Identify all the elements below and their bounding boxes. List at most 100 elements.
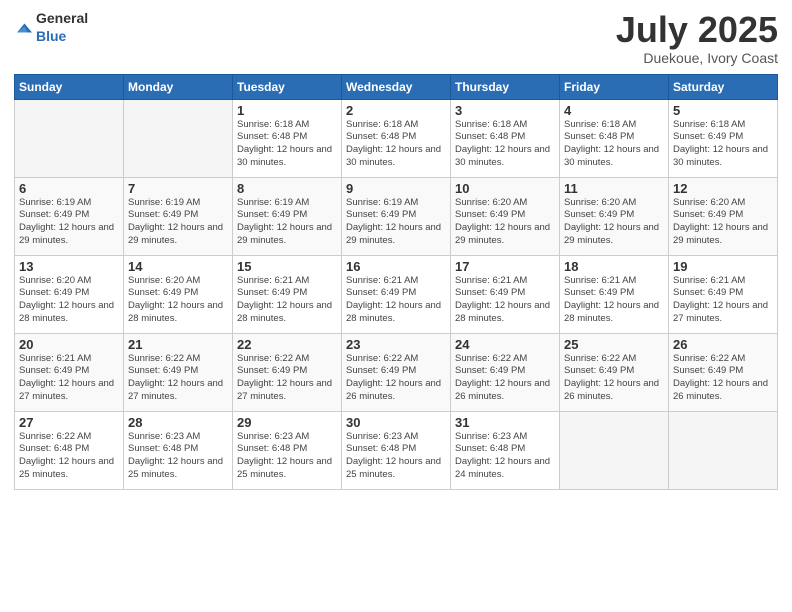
calendar-cell: 10Sunrise: 6:20 AM Sunset: 6:49 PM Dayli… — [451, 177, 560, 255]
logo: General Blue — [14, 10, 88, 46]
calendar-cell: 11Sunrise: 6:20 AM Sunset: 6:49 PM Dayli… — [560, 177, 669, 255]
day-number: 21 — [128, 337, 228, 352]
day-number: 23 — [346, 337, 446, 352]
day-number: 10 — [455, 181, 555, 196]
calendar-cell: 6Sunrise: 6:19 AM Sunset: 6:49 PM Daylig… — [15, 177, 124, 255]
day-info: Sunrise: 6:20 AM Sunset: 6:49 PM Dayligh… — [564, 197, 664, 248]
weekday-header-cell: Wednesday — [342, 74, 451, 99]
day-number: 3 — [455, 103, 555, 118]
calendar-week-row: 20Sunrise: 6:21 AM Sunset: 6:49 PM Dayli… — [15, 333, 778, 411]
day-number: 4 — [564, 103, 664, 118]
calendar-cell: 13Sunrise: 6:20 AM Sunset: 6:49 PM Dayli… — [15, 255, 124, 333]
day-info: Sunrise: 6:23 AM Sunset: 6:48 PM Dayligh… — [346, 431, 446, 482]
calendar-week-row: 13Sunrise: 6:20 AM Sunset: 6:49 PM Dayli… — [15, 255, 778, 333]
day-info: Sunrise: 6:19 AM Sunset: 6:49 PM Dayligh… — [237, 197, 337, 248]
calendar-cell: 25Sunrise: 6:22 AM Sunset: 6:49 PM Dayli… — [560, 333, 669, 411]
weekday-header-cell: Saturday — [669, 74, 778, 99]
logo-blue: Blue — [36, 28, 66, 44]
calendar-cell: 19Sunrise: 6:21 AM Sunset: 6:49 PM Dayli… — [669, 255, 778, 333]
calendar-cell: 2Sunrise: 6:18 AM Sunset: 6:48 PM Daylig… — [342, 99, 451, 177]
day-info: Sunrise: 6:22 AM Sunset: 6:49 PM Dayligh… — [455, 353, 555, 404]
day-info: Sunrise: 6:21 AM Sunset: 6:49 PM Dayligh… — [673, 275, 773, 326]
day-number: 17 — [455, 259, 555, 274]
day-info: Sunrise: 6:20 AM Sunset: 6:49 PM Dayligh… — [128, 275, 228, 326]
day-number: 9 — [346, 181, 446, 196]
calendar-week-row: 27Sunrise: 6:22 AM Sunset: 6:48 PM Dayli… — [15, 411, 778, 489]
calendar-cell: 22Sunrise: 6:22 AM Sunset: 6:49 PM Dayli… — [233, 333, 342, 411]
calendar-cell: 9Sunrise: 6:19 AM Sunset: 6:49 PM Daylig… — [342, 177, 451, 255]
calendar-cell: 1Sunrise: 6:18 AM Sunset: 6:48 PM Daylig… — [233, 99, 342, 177]
weekday-header-cell: Monday — [124, 74, 233, 99]
day-info: Sunrise: 6:18 AM Sunset: 6:48 PM Dayligh… — [564, 119, 664, 170]
day-number: 6 — [19, 181, 119, 196]
day-number: 31 — [455, 415, 555, 430]
calendar-table: SundayMondayTuesdayWednesdayThursdayFrid… — [14, 74, 778, 490]
day-number: 1 — [237, 103, 337, 118]
day-number: 18 — [564, 259, 664, 274]
day-info: Sunrise: 6:19 AM Sunset: 6:49 PM Dayligh… — [19, 197, 119, 248]
day-info: Sunrise: 6:22 AM Sunset: 6:49 PM Dayligh… — [564, 353, 664, 404]
calendar-cell: 7Sunrise: 6:19 AM Sunset: 6:49 PM Daylig… — [124, 177, 233, 255]
day-number: 22 — [237, 337, 337, 352]
day-info: Sunrise: 6:20 AM Sunset: 6:49 PM Dayligh… — [19, 275, 119, 326]
day-number: 20 — [19, 337, 119, 352]
calendar-week-row: 6Sunrise: 6:19 AM Sunset: 6:49 PM Daylig… — [15, 177, 778, 255]
calendar-cell — [669, 411, 778, 489]
day-number: 19 — [673, 259, 773, 274]
day-info: Sunrise: 6:21 AM Sunset: 6:49 PM Dayligh… — [346, 275, 446, 326]
day-info: Sunrise: 6:23 AM Sunset: 6:48 PM Dayligh… — [128, 431, 228, 482]
calendar-cell: 23Sunrise: 6:22 AM Sunset: 6:49 PM Dayli… — [342, 333, 451, 411]
calendar-cell: 26Sunrise: 6:22 AM Sunset: 6:49 PM Dayli… — [669, 333, 778, 411]
weekday-header-cell: Thursday — [451, 74, 560, 99]
location-title: Duekoue, Ivory Coast — [616, 50, 778, 66]
weekday-header-cell: Sunday — [15, 74, 124, 99]
calendar-cell: 18Sunrise: 6:21 AM Sunset: 6:49 PM Dayli… — [560, 255, 669, 333]
logo-icon — [14, 19, 32, 37]
calendar-cell: 20Sunrise: 6:21 AM Sunset: 6:49 PM Dayli… — [15, 333, 124, 411]
day-info: Sunrise: 6:22 AM Sunset: 6:49 PM Dayligh… — [673, 353, 773, 404]
day-number: 28 — [128, 415, 228, 430]
title-block: July 2025 Duekoue, Ivory Coast — [616, 10, 778, 66]
logo-general: General — [36, 10, 88, 26]
calendar-cell — [15, 99, 124, 177]
day-info: Sunrise: 6:21 AM Sunset: 6:49 PM Dayligh… — [237, 275, 337, 326]
day-number: 29 — [237, 415, 337, 430]
calendar-cell: 15Sunrise: 6:21 AM Sunset: 6:49 PM Dayli… — [233, 255, 342, 333]
weekday-header-cell: Tuesday — [233, 74, 342, 99]
day-number: 11 — [564, 181, 664, 196]
day-info: Sunrise: 6:18 AM Sunset: 6:48 PM Dayligh… — [237, 119, 337, 170]
day-number: 13 — [19, 259, 119, 274]
calendar-cell: 14Sunrise: 6:20 AM Sunset: 6:49 PM Dayli… — [124, 255, 233, 333]
day-info: Sunrise: 6:18 AM Sunset: 6:48 PM Dayligh… — [455, 119, 555, 170]
calendar-cell: 21Sunrise: 6:22 AM Sunset: 6:49 PM Dayli… — [124, 333, 233, 411]
calendar-cell — [560, 411, 669, 489]
weekday-header-row: SundayMondayTuesdayWednesdayThursdayFrid… — [15, 74, 778, 99]
day-number: 2 — [346, 103, 446, 118]
calendar-cell: 5Sunrise: 6:18 AM Sunset: 6:49 PM Daylig… — [669, 99, 778, 177]
calendar-cell: 29Sunrise: 6:23 AM Sunset: 6:48 PM Dayli… — [233, 411, 342, 489]
day-info: Sunrise: 6:21 AM Sunset: 6:49 PM Dayligh… — [19, 353, 119, 404]
day-number: 7 — [128, 181, 228, 196]
day-info: Sunrise: 6:19 AM Sunset: 6:49 PM Dayligh… — [346, 197, 446, 248]
day-info: Sunrise: 6:21 AM Sunset: 6:49 PM Dayligh… — [564, 275, 664, 326]
day-number: 8 — [237, 181, 337, 196]
calendar-week-row: 1Sunrise: 6:18 AM Sunset: 6:48 PM Daylig… — [15, 99, 778, 177]
day-info: Sunrise: 6:20 AM Sunset: 6:49 PM Dayligh… — [455, 197, 555, 248]
day-number: 26 — [673, 337, 773, 352]
day-info: Sunrise: 6:22 AM Sunset: 6:49 PM Dayligh… — [237, 353, 337, 404]
weekday-header-cell: Friday — [560, 74, 669, 99]
day-info: Sunrise: 6:19 AM Sunset: 6:49 PM Dayligh… — [128, 197, 228, 248]
calendar-cell: 16Sunrise: 6:21 AM Sunset: 6:49 PM Dayli… — [342, 255, 451, 333]
calendar-cell: 27Sunrise: 6:22 AM Sunset: 6:48 PM Dayli… — [15, 411, 124, 489]
calendar-cell: 28Sunrise: 6:23 AM Sunset: 6:48 PM Dayli… — [124, 411, 233, 489]
calendar-cell: 17Sunrise: 6:21 AM Sunset: 6:49 PM Dayli… — [451, 255, 560, 333]
day-info: Sunrise: 6:18 AM Sunset: 6:48 PM Dayligh… — [346, 119, 446, 170]
day-number: 24 — [455, 337, 555, 352]
header: General Blue July 2025 Duekoue, Ivory Co… — [14, 10, 778, 66]
day-number: 14 — [128, 259, 228, 274]
calendar-cell — [124, 99, 233, 177]
day-number: 30 — [346, 415, 446, 430]
calendar-cell: 3Sunrise: 6:18 AM Sunset: 6:48 PM Daylig… — [451, 99, 560, 177]
day-info: Sunrise: 6:22 AM Sunset: 6:49 PM Dayligh… — [346, 353, 446, 404]
calendar-cell: 8Sunrise: 6:19 AM Sunset: 6:49 PM Daylig… — [233, 177, 342, 255]
